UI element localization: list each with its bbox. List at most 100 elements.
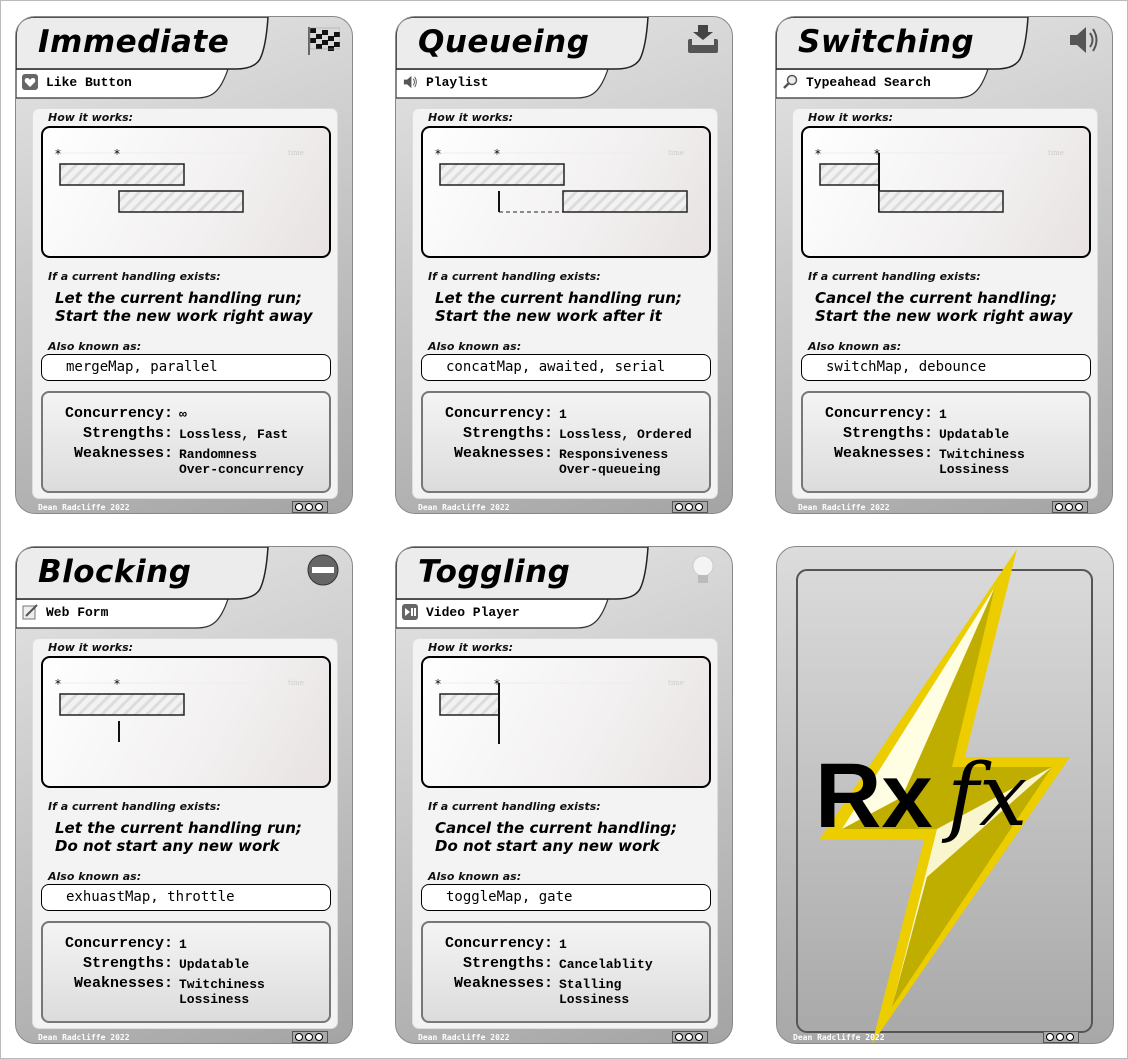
handling-bar: [878, 190, 1004, 213]
lightning-bolt-logo: Rx fx: [796, 549, 1093, 1043]
concurrency-value: 1: [939, 407, 947, 422]
cc-license-badge[interactable]: [672, 1031, 708, 1043]
concurrency-label: Concurrency:: [64, 935, 173, 952]
condition-label: If a current handling exists:: [48, 800, 221, 813]
stats-box: Concurrency: 1 Strengths: Updatable Weakne…: [41, 921, 331, 1023]
event-star: *: [435, 677, 441, 691]
use-case-label: Playlist: [426, 74, 489, 90]
strategy-card-toggling: Toggling Video Player How it works: time…: [395, 546, 733, 1044]
how-it-works-label: How it works:: [48, 111, 134, 124]
author-credit: Dean Radcliffe 2022: [38, 503, 130, 512]
use-case-label: Like Button: [46, 74, 132, 90]
author-credit: Dean Radcliffe 2022: [38, 1033, 130, 1042]
time-axis-label: time: [288, 679, 304, 687]
strategy-card-switching: Switching Typeahead Search How it works:…: [775, 16, 1113, 514]
card-body: How it works: time * * If a current handl…: [412, 638, 718, 1029]
weakness-2: Lossiness: [179, 992, 250, 1007]
cc-license-badge[interactable]: [672, 501, 708, 513]
weaknesses-value: Randomness Over-concurrency: [173, 445, 304, 477]
cc-license-badge[interactable]: [1043, 1031, 1079, 1043]
strengths-value: Cancelablity: [559, 957, 653, 972]
concurrency-label: Concurrency:: [444, 405, 553, 422]
time-axis-label: time: [668, 149, 684, 157]
rule-line-2: Do not start any new work: [55, 837, 280, 855]
weakness-1: Twitchiness: [179, 977, 265, 992]
weakness-2: Lossiness: [939, 462, 1010, 477]
aka-value: exhuastMap, throttle: [41, 884, 331, 911]
card-title: Blocking: [38, 554, 192, 590]
time-axis-label: time: [668, 679, 684, 687]
aka-value: switchMap, debounce: [801, 354, 1091, 381]
how-it-works-label: How it works:: [428, 111, 514, 124]
event-star: *: [435, 147, 441, 161]
strengths-value: Updatable: [179, 957, 250, 972]
weakness-2: Over-concurrency: [179, 462, 304, 477]
card-body: How it works: time * * If a current handl…: [32, 638, 338, 1029]
no-entry-icon: [306, 553, 340, 587]
cc-license-badge[interactable]: [292, 501, 328, 513]
strengths-label: Strengths:: [82, 425, 173, 442]
handling-bar: [118, 190, 244, 213]
svg-text:Rx: Rx: [815, 745, 933, 847]
aka-value: mergeMap, parallel: [41, 354, 331, 381]
strengths-value: Updatable: [939, 427, 1010, 442]
cc-license-badge[interactable]: [292, 1031, 328, 1043]
card-title: Queueing: [418, 24, 590, 60]
how-it-works-label: How it works:: [428, 641, 514, 654]
author-credit: Dean Radcliffe 2022: [793, 1033, 885, 1042]
timing-diagram: time * *: [41, 656, 331, 788]
weaknesses-label: Weaknesses:: [833, 445, 933, 462]
weaknesses-value: Responsiveness Over-queueing: [553, 445, 668, 477]
use-case-label: Typeahead Search: [806, 74, 931, 90]
handling-bar: [59, 163, 185, 186]
strengths-label: Strengths:: [82, 955, 173, 972]
weaknesses-value: Twitchiness Lossiness: [933, 445, 1025, 477]
concurrency-label: Concurrency:: [824, 405, 933, 422]
how-it-works-label: How it works:: [808, 111, 894, 124]
strengths-value: Lossless, Fast: [179, 427, 289, 442]
rule-line-2: Do not start any new work: [435, 837, 660, 855]
weakness-1: Randomness: [179, 447, 258, 462]
card-body: How it works: time * * If a current handl…: [32, 108, 338, 499]
aka-label: Also known as:: [48, 340, 142, 353]
concurrency-value: 1: [559, 937, 567, 952]
inbox-download-icon: [686, 23, 720, 57]
memo-icon: [22, 604, 38, 620]
card-subtitle: Typeahead Search: [782, 74, 931, 90]
event-star: *: [55, 147, 61, 161]
concurrency-label: Concurrency:: [444, 935, 553, 952]
use-case-label: Web Form: [46, 604, 109, 620]
rule-line-1: Let the current handling run;: [55, 819, 302, 837]
strategy-card-blocking: Blocking Web Form How it works: time * * …: [15, 546, 353, 1044]
rule-line-2: Start the new work right away: [55, 307, 313, 325]
concurrency-value: ∞: [179, 407, 187, 422]
speaker-icon: [1066, 23, 1100, 57]
rule-line-1: Let the current handling run;: [55, 289, 302, 307]
concurrency-value: 1: [559, 407, 567, 422]
concurrency-label: Concurrency:: [64, 405, 173, 422]
timing-diagram: time * *: [41, 126, 331, 258]
author-credit: Dean Radcliffe 2022: [798, 503, 890, 512]
weakness-2: Over-queueing: [559, 462, 661, 477]
cc-license-badge[interactable]: [1052, 501, 1088, 513]
card-title: Immediate: [38, 24, 230, 60]
author-credit: Dean Radcliffe 2022: [418, 503, 510, 512]
rule-line-1: Cancel the current handling;: [435, 819, 678, 837]
event-star: *: [114, 147, 120, 161]
stats-box: Concurrency: ∞ Strengths: Lossless, Fast W…: [41, 391, 331, 493]
strengths-label: Strengths:: [462, 425, 553, 442]
timing-diagram: time * *: [801, 126, 1091, 258]
aka-label: Also known as:: [48, 870, 142, 883]
weakness-2: Lossiness: [559, 992, 630, 1007]
condition-label: If a current handling exists:: [48, 270, 221, 283]
how-it-works-label: How it works:: [48, 641, 134, 654]
rule-line-1: Let the current handling run;: [435, 289, 682, 307]
card-title: Toggling: [418, 554, 571, 590]
svg-text:fx: fx: [941, 746, 1027, 846]
weakness-1: Responsiveness: [559, 447, 669, 462]
speaker-icon: [402, 74, 418, 90]
card-subtitle: Like Button: [22, 74, 132, 90]
card-subtitle: Video Player: [402, 604, 520, 620]
stats-box: Concurrency: 1 Strengths: Updatable Weakne…: [801, 391, 1091, 493]
weaknesses-label: Weaknesses:: [73, 975, 173, 992]
